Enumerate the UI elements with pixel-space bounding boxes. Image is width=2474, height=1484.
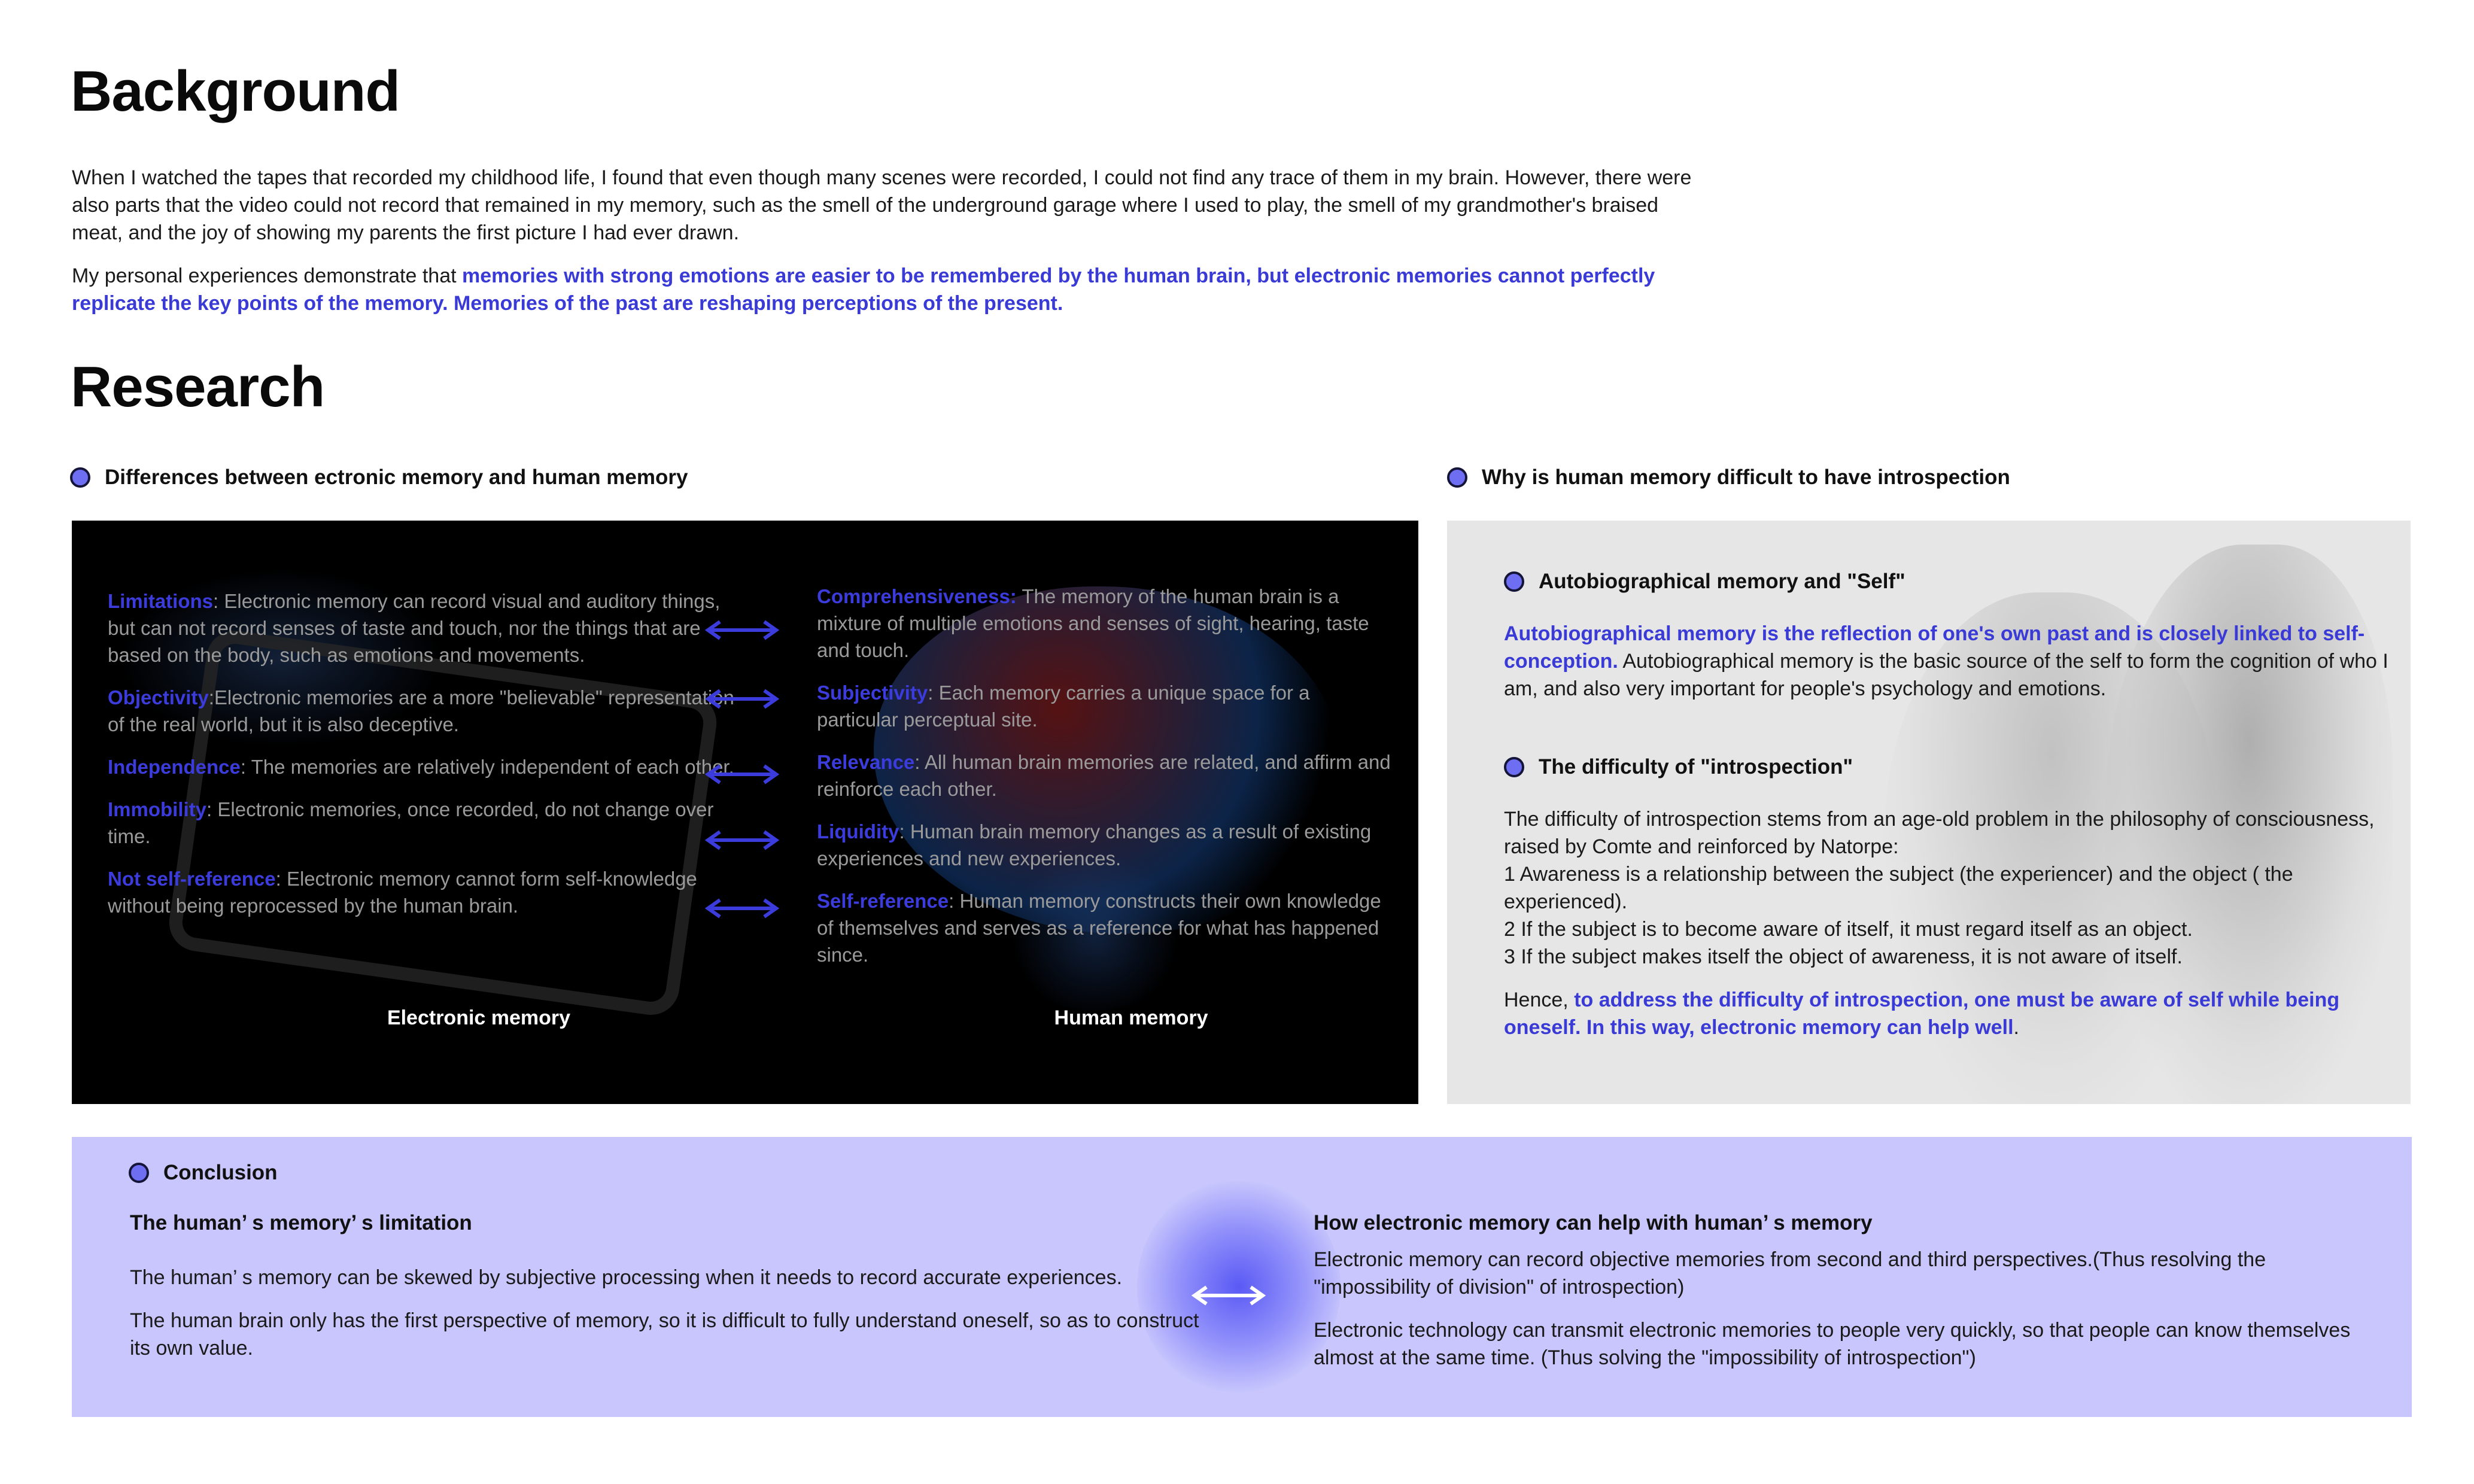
background-para1-text: When I watched the tapes that recorded m… [72, 166, 1692, 244]
human-item-term: Self-reference [817, 890, 949, 912]
introspection-section-title: Why is human memory difficult to have in… [1482, 466, 2010, 489]
differences-section-header: Differences between ectronic memory and … [70, 466, 688, 489]
human-limitation-text: The human’ s memory can be skewed by sub… [130, 1264, 1207, 1362]
electronic-item-sep: : [275, 868, 287, 890]
autobiographical-text: Autobiographical memory is the reflectio… [1504, 620, 2408, 703]
electronic-item-term: Not self-reference [108, 868, 276, 890]
human-item-sep: : [899, 820, 910, 843]
introspection-difficulty-header: The difficulty of "introspection" [1504, 755, 1853, 779]
conclusion-title: Conclusion [163, 1161, 278, 1184]
human-memory-list: Comprehensiveness: The memory of the hum… [817, 583, 1391, 968]
electronic-item-term: Independence [108, 756, 241, 778]
electronic-item-term: Limitations [108, 590, 214, 612]
autobiographical-header: Autobiographical memory and "Self" [1504, 570, 1905, 594]
double-arrow-icon [1191, 1285, 1266, 1306]
human-item-term: Liquidity [817, 820, 899, 843]
human-item-sep: : [914, 751, 925, 773]
human-item-sep: : [949, 890, 960, 912]
difficulty-point-3: 3 If the subject makes itself the object… [1504, 945, 2183, 968]
human-item-term: Relevance [817, 751, 915, 773]
bullet-dot-icon [1504, 571, 1524, 592]
introspection-panel: Autobiographical memory and "Self" Autob… [1447, 521, 2411, 1104]
background-heading: Background [71, 59, 400, 123]
human-item-term: Comprehensiveness: [817, 585, 1017, 607]
human-item-term: Subjectivity [817, 682, 928, 704]
bullet-dot-icon [1447, 467, 1467, 488]
research-heading: Research [71, 355, 325, 419]
human-item: Self-reference: Human memory constructs … [817, 887, 1391, 968]
human-memory-label: Human memory [1054, 1006, 1208, 1029]
introspection-difficulty-text: The difficulty of introspection stems fr… [1504, 805, 2396, 1041]
human-limitation-p1: The human’ s memory can be skewed by sub… [130, 1266, 1123, 1289]
autobiographical-title: Autobiographical memory and "Self" [1539, 570, 1905, 593]
conclusion-header: Conclusion [129, 1161, 278, 1185]
electronic-item: Objectivity:Electronic memories are a mo… [108, 684, 748, 738]
electronic-help-text: Electronic memory can record objective m… [1314, 1246, 2385, 1372]
electronic-item-sep: : [213, 590, 224, 612]
double-arrow-icon [704, 830, 780, 850]
electronic-item: Not self-reference: Electronic memory ca… [108, 865, 748, 919]
conclusion-panel: Conclusion The human’ s memory’ s limita… [72, 1137, 2412, 1417]
electronic-item-text: The memories are relatively independent … [251, 756, 734, 778]
double-arrow-icon [704, 689, 780, 709]
difficulty-point-2: 2 If the subject is to become aware of i… [1504, 918, 2193, 941]
hence-end: . [2013, 1016, 2019, 1039]
bullet-dot-icon [129, 1163, 149, 1183]
bullet-dot-icon [1504, 757, 1524, 777]
human-limitation-p2: The human brain only has the first persp… [130, 1309, 1199, 1360]
electronic-item-term: Immobility [108, 798, 207, 820]
hence-lead: Hence, [1504, 989, 1575, 1011]
introspection-section-header: Why is human memory difficult to have in… [1447, 466, 2010, 489]
electronic-item-sep: : [240, 756, 251, 778]
electronic-memory-label: Electronic memory [387, 1006, 571, 1029]
electronic-help-p1: Electronic memory can record objective m… [1314, 1248, 2266, 1298]
autobiographical-body: Autobiographical memory is the basic sou… [1504, 650, 2388, 700]
electronic-memory-list: Limitations: Electronic memory can recor… [108, 588, 748, 919]
hence-highlight: to address the difficulty of introspecti… [1504, 989, 2340, 1039]
human-item: Relevance: All human brain memories are … [817, 749, 1391, 802]
human-item: Subjectivity: Each memory carries a uniq… [817, 679, 1391, 733]
human-limitation-title: The human’ s memory’ s limitation [130, 1211, 472, 1234]
difficulty-point-1: 1 Awareness is a relationship between th… [1504, 863, 2293, 913]
electronic-help-title: How electronic memory can help with huma… [1314, 1211, 1873, 1234]
double-arrow-icon [704, 898, 780, 919]
background-paragraph-2: My personal experiences demonstrate that… [72, 262, 1700, 317]
electronic-item: Immobility: Electronic memories, once re… [108, 796, 748, 850]
hence-paragraph: Hence, to address the difficulty of intr… [1504, 986, 2396, 1041]
background-para2-lead: My personal experiences demonstrate that [72, 264, 463, 287]
double-arrow-icon [704, 620, 780, 640]
difficulty-intro: The difficulty of introspection stems fr… [1504, 808, 2375, 858]
electronic-item: Limitations: Electronic memory can recor… [108, 588, 748, 668]
human-item: Liquidity: Human brain memory changes as… [817, 818, 1391, 872]
electronic-item: Independence: The memories are relativel… [108, 753, 748, 780]
electronic-item-term: Objectivity [108, 686, 209, 708]
electronic-item-sep: : [206, 798, 218, 820]
double-arrow-icon [704, 764, 780, 784]
difficulty-points: The difficulty of introspection stems fr… [1504, 805, 2396, 971]
background-paragraph-1: When I watched the tapes that recorded m… [72, 164, 1700, 247]
memory-comparison-panel: Limitations: Electronic memory can recor… [72, 521, 1418, 1104]
bullet-dot-icon [70, 467, 90, 488]
introspection-difficulty-title: The difficulty of "introspection" [1539, 755, 1853, 779]
electronic-item-sep: : [208, 686, 214, 708]
human-item-sep: : [928, 682, 939, 704]
human-item: Comprehensiveness: The memory of the hum… [817, 583, 1391, 664]
electronic-help-p2: Electronic technology can transmit elect… [1314, 1319, 2351, 1369]
differences-section-title: Differences between ectronic memory and … [105, 466, 688, 489]
